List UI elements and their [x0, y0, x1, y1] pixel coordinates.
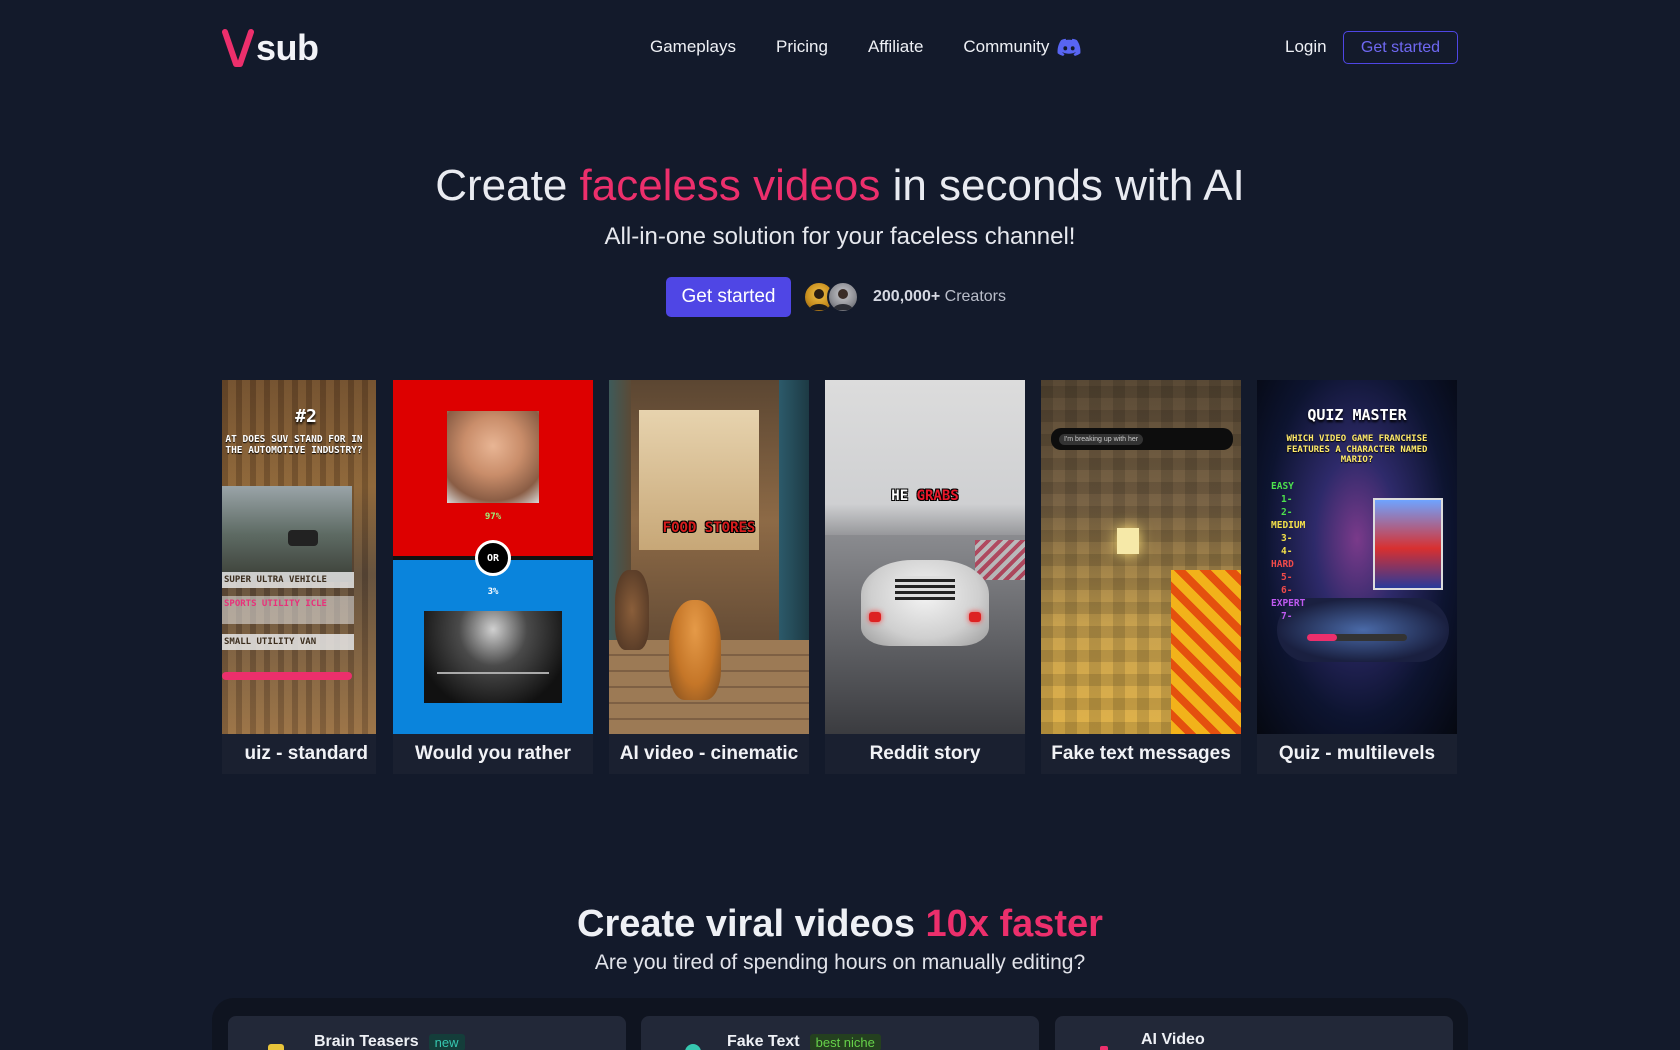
template-carousel: #2 AT DOES SUV STAND FOR IN THE AUTOMOTI… [222, 380, 1458, 774]
hero-subtitle: All-in-one solution for your faceless ch… [604, 223, 1076, 250]
tile-title-text: Brain Teasers [314, 1033, 419, 1050]
hero-get-started-button[interactable]: Get started [666, 277, 791, 317]
login-link[interactable]: Login [1285, 35, 1327, 59]
logo-text: sub [256, 27, 319, 68]
level-item: 3- [1281, 533, 1293, 544]
percent-top: 97% [484, 512, 502, 522]
level-item: 4- [1281, 546, 1293, 557]
caption-word-1: HE [891, 488, 909, 504]
card-thumbnail: 97% OR 3% [393, 380, 593, 734]
section-title-accent: 10x faster [925, 903, 1103, 945]
section-title-pre: Create viral videos [577, 903, 926, 945]
creators-count: 200,000+ Creators [873, 288, 1006, 306]
card-thumbnail: FOOD STORES [609, 380, 809, 734]
feature-tile-title: Fake Text best niche [727, 1033, 881, 1050]
best-niche-badge: best niche [809, 1033, 881, 1050]
card-label: Fake text messages [1041, 734, 1241, 774]
quiz-number: #2 [295, 406, 317, 427]
video-icon [1100, 1046, 1108, 1050]
video-caption: FOOD STORES [662, 520, 756, 536]
level-easy: EASY [1271, 481, 1294, 492]
top-nav: sub Gameplays Pricing Affiliate Communit… [0, 0, 1680, 96]
quiz-question: WHICH VIDEO GAME FRANCHISE FEATURES A CH… [1286, 434, 1428, 465]
level-item: 6- [1281, 585, 1293, 596]
hero-title-pre: Create [435, 161, 580, 210]
quiz-option-2: SPORTS UTILITY ICLE [222, 596, 354, 624]
template-card-quiz-multilevels[interactable]: QUIZ MASTER WHICH VIDEO GAME FRANCHISE F… [1257, 380, 1457, 774]
quiz-option-3: SMALL UTILITY VAN [222, 634, 354, 650]
level-item: 1- [1281, 494, 1293, 505]
creators-number: 200,000+ [873, 288, 941, 305]
creators-label: Creators [944, 288, 1006, 305]
logo-v-mark [222, 29, 254, 67]
hero-title-accent: faceless videos [579, 161, 881, 210]
nav-link-pricing[interactable]: Pricing [776, 35, 828, 59]
card-label: uiz - standard [222, 734, 376, 774]
template-card-ai-video-cinematic[interactable]: FOOD STORES AI video - cinematic [609, 380, 809, 774]
template-card-would-you-rather[interactable]: 97% OR 3% Would you rather [393, 380, 593, 774]
quiz-levels: EASY 1- 2- MEDIUM 3- 4- HARD 5- 6- EXPER… [1271, 480, 1341, 623]
card-thumbnail: HE GRABS [825, 380, 1025, 734]
nav-links: Gameplays Pricing Affiliate Community [650, 35, 1121, 59]
nav-link-community-label: Community [963, 37, 1050, 56]
quiz-timer-bar [222, 672, 352, 680]
quiz-option-1: SUPER ULTRA VEHICLE [222, 572, 354, 588]
hero-title: Create faceless videos in seconds with A… [0, 158, 1680, 214]
section-subtitle: Are you tired of spending hours on manua… [594, 951, 1086, 974]
card-label: Quiz - multilevels [1257, 734, 1457, 774]
level-item: 7- [1281, 611, 1293, 622]
card-label: AI video - cinematic [609, 734, 809, 774]
quiz-question: AT DOES SUV STAND FOR IN THE AUTOMOTIVE … [225, 434, 363, 456]
nav-link-gameplays[interactable]: Gameplays [650, 35, 736, 59]
section-title: Create viral videos 10x faster [0, 900, 1680, 948]
hero-actions: Get started 200,000+ Creators [666, 277, 1006, 317]
message-bubble: I'm breaking up with her [1051, 428, 1233, 450]
or-badge: OR [475, 540, 511, 576]
quiz-title: QUIZ MASTER [1307, 406, 1407, 424]
nav-link-affiliate[interactable]: Affiliate [868, 35, 923, 59]
avatar [827, 281, 859, 313]
template-card-quiz-standard[interactable]: #2 AT DOES SUV STAND FOR IN THE AUTOMOTI… [222, 380, 376, 774]
feature-tile-ai-video[interactable] [1055, 1016, 1453, 1050]
feature-tile-title: AI Video [1141, 1031, 1205, 1049]
tile-title-text: AI Video [1141, 1031, 1205, 1048]
card-thumbnail: QUIZ MASTER WHICH VIDEO GAME FRANCHISE F… [1257, 380, 1457, 734]
discord-icon [1057, 38, 1081, 56]
card-thumbnail: I'm breaking up with her [1041, 380, 1241, 734]
quiz-progress-bar [1307, 634, 1407, 641]
nav-link-community[interactable]: Community [963, 35, 1081, 59]
template-card-reddit-story[interactable]: HE GRABS Reddit story [825, 380, 1025, 774]
story-caption: HE GRABS [825, 488, 1025, 504]
feature-tile-title: Brain Teasers new [314, 1033, 465, 1050]
level-hard: HARD [1271, 559, 1294, 570]
level-item: 5- [1281, 572, 1293, 583]
card-label: Would you rather [393, 734, 593, 774]
percent-bottom: 3% [487, 587, 499, 597]
creator-avatars [803, 281, 859, 313]
message-text: I'm breaking up with her [1059, 433, 1144, 445]
hero-title-post: in seconds with AI [880, 161, 1245, 210]
person-icon [833, 289, 853, 310]
level-item: 2- [1281, 507, 1293, 518]
caption-word-2: GRABS [916, 488, 959, 504]
brain-icon [268, 1044, 284, 1050]
card-thumbnail: #2 AT DOES SUV STAND FOR IN THE AUTOMOTI… [222, 380, 376, 734]
or-label: OR [486, 552, 500, 564]
nav-get-started-button[interactable]: Get started [1343, 31, 1458, 64]
vsub-logo[interactable]: sub [222, 26, 319, 68]
level-expert: EXPERT [1271, 598, 1306, 609]
template-card-fake-text-messages[interactable]: I'm breaking up with her Fake text messa… [1041, 380, 1241, 774]
tile-title-text: Fake Text [727, 1033, 800, 1050]
level-medium: MEDIUM [1271, 520, 1306, 531]
new-badge: new [428, 1033, 465, 1050]
card-label: Reddit story [825, 734, 1025, 774]
